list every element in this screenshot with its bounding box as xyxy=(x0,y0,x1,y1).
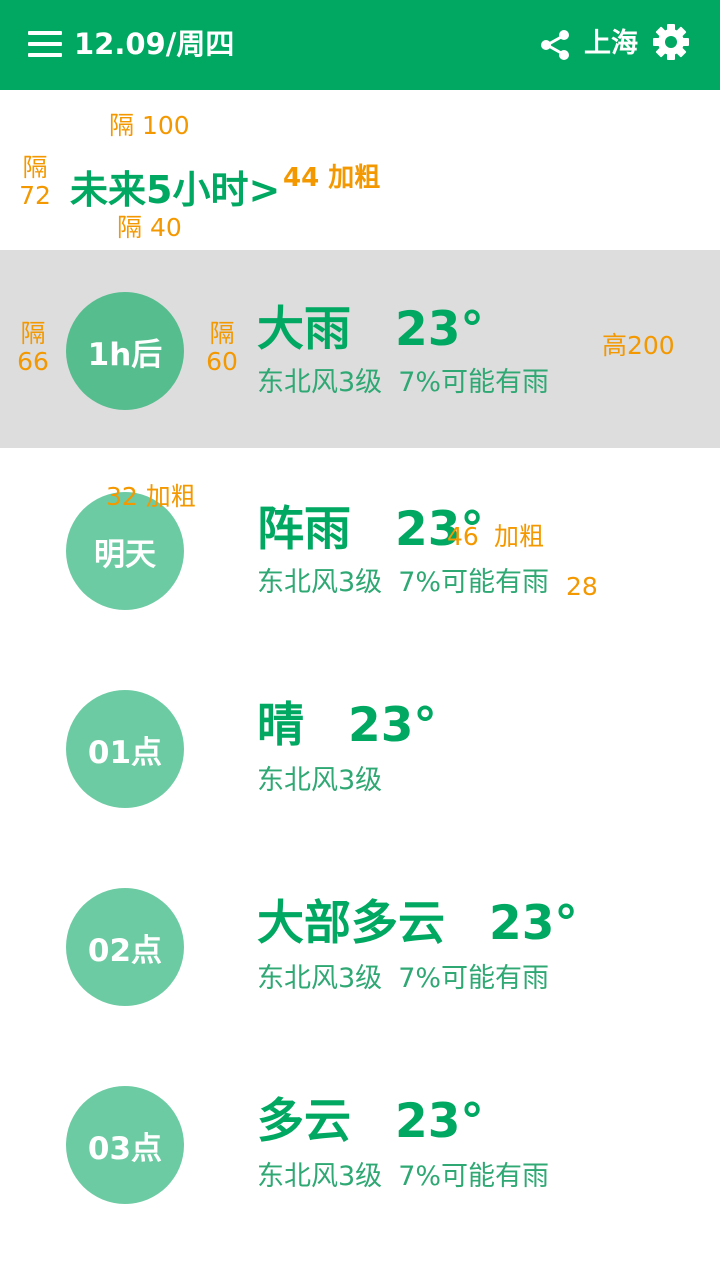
time-badge: 03点 xyxy=(66,1086,184,1204)
wind-text: 东北风3级 xyxy=(257,963,383,994)
condition-line: 大雨 23° xyxy=(257,302,484,358)
wind-text: 东北风3级 xyxy=(257,567,383,598)
condition-text: 阵雨 xyxy=(257,502,351,557)
condition-line: 多云 23° xyxy=(257,1094,484,1150)
temperature: 23° xyxy=(348,698,437,753)
date-label: 12.09/周四 xyxy=(74,27,235,61)
spacing-annotation: 隔 66 xyxy=(17,319,49,376)
spacing-annotation: 隔 40 xyxy=(117,213,182,242)
spacing-annotation: 隔 72 xyxy=(19,153,51,210)
detail-line: 东北风3级 7%可能有雨 xyxy=(257,566,549,600)
wind-text: 东北风3级 xyxy=(257,765,383,796)
condition-line: 大部多云 23° xyxy=(257,896,578,952)
forecast-row-5[interactable]: 03点 多云 23° 东北风3级 7%可能有雨 xyxy=(0,1044,720,1242)
share-icon[interactable] xyxy=(538,28,572,62)
condition-text: 大部多云 xyxy=(257,896,445,951)
spacing-annotation: 隔 60 xyxy=(206,319,238,376)
rain-chance: 7%可能有雨 xyxy=(398,567,550,598)
wind-text: 东北风3级 xyxy=(257,1161,383,1192)
condition-text: 多云 xyxy=(257,1094,351,1149)
height-annotation: 高200 xyxy=(602,331,675,360)
condition-text: 大雨 xyxy=(257,302,351,357)
spacing-annotation: 隔 100 xyxy=(109,111,190,140)
forecast-row-4[interactable]: 02点 大部多云 23° 东北风3级 7%可能有雨 xyxy=(0,846,720,1044)
wind-text: 东北风3级 xyxy=(257,367,383,398)
app-header: 12.09/周四 上海 xyxy=(0,0,720,90)
hamburger-menu-icon[interactable] xyxy=(28,31,62,57)
time-badge: 1h后 xyxy=(66,292,184,410)
forecast-row-2[interactable]: 明天 阵雨 23° 东北风3级 7%可能有雨 32 加粗 46 加粗 28 xyxy=(0,450,720,648)
detail-line: 东北风3级 7%可能有雨 xyxy=(257,962,549,996)
condition-line: 晴 23° xyxy=(257,698,437,754)
time-badge: 01点 xyxy=(66,690,184,808)
font-annotation: 46 xyxy=(447,522,479,551)
forecast-row-1[interactable]: 1h后 大雨 23° 东北风3级 7%可能有雨 隔 66 隔 60 高200 xyxy=(0,250,720,448)
time-badge: 02点 xyxy=(66,888,184,1006)
font-annotation: 28 xyxy=(566,572,598,601)
rain-chance: 7%可能有雨 xyxy=(398,1161,550,1192)
city-selector[interactable]: 上海 xyxy=(584,24,638,64)
temperature: 23° xyxy=(489,896,578,951)
temperature: 23° xyxy=(395,302,484,357)
forecast-row-3[interactable]: 01点 晴 23° 东北风3级 xyxy=(0,648,720,846)
detail-line: 东北风3级 xyxy=(257,764,382,798)
detail-line: 东北风3级 7%可能有雨 xyxy=(257,1160,549,1194)
rain-chance: 7%可能有雨 xyxy=(398,367,550,398)
gear-icon[interactable] xyxy=(652,23,690,61)
font-annotation: 加粗 xyxy=(494,522,545,551)
font-annotation: 32 加粗 xyxy=(106,482,196,511)
condition-text: 晴 xyxy=(257,698,304,753)
detail-line: 东北风3级 7%可能有雨 xyxy=(257,366,549,400)
font-annotation: 44 加粗 xyxy=(283,163,381,193)
rain-chance: 7%可能有雨 xyxy=(398,963,550,994)
section-title-next-5-hours[interactable]: 未来5小时> xyxy=(70,166,280,214)
temperature: 23° xyxy=(395,1094,484,1149)
